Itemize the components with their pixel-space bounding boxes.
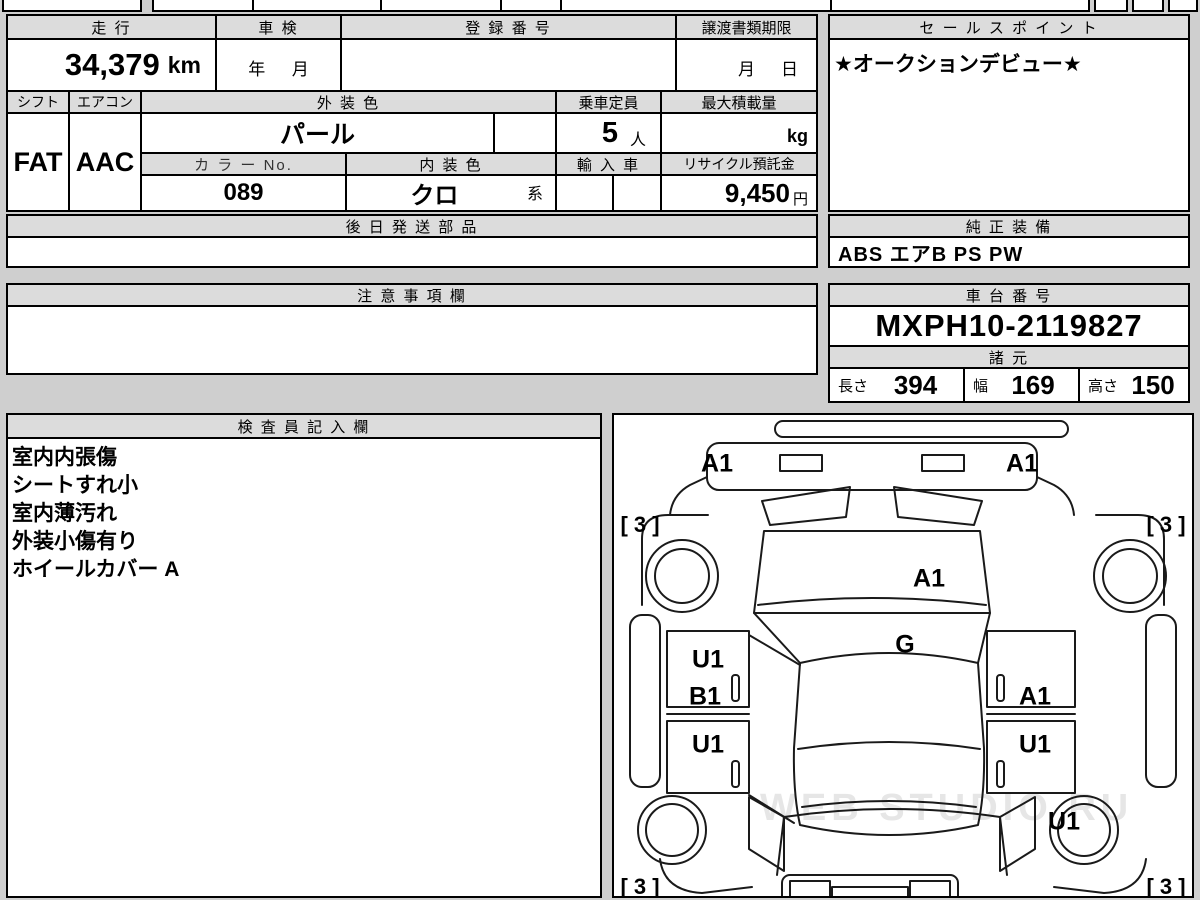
mileage-value: 34,379 [64, 47, 160, 82]
aircon-value: AAC [68, 112, 142, 212]
damage-code-label: U1 [692, 730, 724, 759]
spec-height-cell: 高さ 150 [1078, 367, 1190, 403]
partial-row-divider [252, 0, 254, 10]
capacity-value: 5 [601, 116, 618, 149]
transfer-value-cell: 月 日 [675, 38, 818, 92]
color-no-value: 089 [140, 174, 347, 212]
partial-row-divider [830, 0, 832, 10]
transfer-day-label: 日 [781, 60, 798, 79]
top-cutoff-cell [1168, 0, 1198, 12]
exterior-color-extra-cell [493, 112, 557, 154]
spec-width-value: 169 [1011, 369, 1055, 400]
spec-height-value: 150 [1131, 369, 1175, 400]
max-load-header: 最大積載量 [660, 90, 818, 114]
inspector-note-line: シートすれ小 [12, 474, 138, 497]
auction-sheet: { "sheet": { "bg_color": "#cfcfcf", "hea… [0, 0, 1200, 900]
mileage-value-cell: 34,379 km [6, 38, 217, 92]
top-cutoff-cell [1094, 0, 1128, 12]
damage-code-label: U1 [1019, 730, 1051, 759]
import-empty-cell [555, 174, 614, 212]
recycle-header: リサイクル預託金 [660, 152, 818, 176]
inspector-notes-cell: 室内内張傷 シートすれ小 室内薄汚れ 外装小傷有り ホイールカバー A [6, 437, 602, 898]
chassis-value: MXPH10-2119827 [828, 305, 1190, 347]
inspection-header: 車 検 [215, 14, 342, 40]
interior-color-value-cell: クロ 系 [345, 174, 557, 212]
damage-code-label: G [895, 630, 915, 659]
damage-code-label: [ 3 ] [1146, 512, 1186, 537]
registration-value-cell [340, 38, 677, 92]
inspection-value-cell: 年 月 [215, 38, 342, 92]
spec-length-cell: 長さ 394 [828, 367, 965, 403]
spec-width-label: 幅 [973, 377, 989, 395]
transfer-month-label: 月 [738, 60, 755, 79]
partial-row-divider [560, 0, 562, 10]
inspector-note-line: 室内薄汚れ [12, 502, 117, 525]
inspection-month-label: 月 [291, 60, 309, 79]
damage-code-label: U1 [692, 645, 724, 674]
interior-color-suffix: 系 [526, 186, 543, 203]
inspection-year-label: 年 [248, 60, 266, 79]
spec-length-value: 394 [893, 369, 938, 400]
equipment-header: 純 正 装 備 [828, 214, 1190, 238]
import-header: 輸 入 車 [555, 152, 662, 176]
sales-point-value: ★オークションデビュー★ [834, 53, 1082, 76]
recycle-unit: 円 [792, 190, 808, 208]
damage-code-label: A1 [701, 449, 733, 478]
partial-row-divider [380, 0, 382, 10]
shift-header: シフト [6, 90, 70, 114]
chassis-header: 車 台 番 号 [828, 283, 1190, 307]
import-empty-cell [612, 174, 662, 212]
max-load-value-cell: kg [660, 112, 818, 154]
partial-row-divider [500, 0, 502, 10]
recycle-value: 9,450 [724, 177, 790, 208]
damage-code-label: A1 [1006, 449, 1038, 478]
damage-code-label: A1 [1019, 682, 1051, 711]
later-parts-value [6, 236, 818, 268]
mileage-unit: km [167, 51, 201, 78]
notes-header: 注 意 事 項 欄 [6, 283, 818, 307]
damage-diagram-box: WEB STUDIO RU A1 A1 [3] [3] A1 G U1 … [612, 413, 1194, 898]
damage-code-label: [ 3 ] [1146, 874, 1186, 898]
capacity-value-cell: 5 人 [555, 112, 662, 154]
damage-code-label: [ 3 ] [620, 512, 660, 537]
later-parts-header: 後 日 発 送 部 品 [6, 214, 818, 238]
aircon-header: エアコン [68, 90, 142, 114]
exterior-color-header: 外 装 色 [140, 90, 557, 114]
inspector-note-line: 外装小傷有り [12, 530, 138, 553]
top-cutoff-cell [1132, 0, 1164, 12]
recycle-value-cell: 9,450 円 [660, 174, 818, 212]
damage-code-label: B1 [689, 682, 721, 711]
damage-code-label: A1 [913, 564, 945, 593]
inspector-header: 検 査 員 記 入 欄 [6, 413, 602, 439]
color-no-header: カ ラ ー No. [140, 152, 347, 176]
transfer-deadline-header: 譲渡書類期限 [675, 14, 818, 40]
spec-length-label: 長さ [838, 377, 869, 395]
top-cutoff-cell [152, 0, 1090, 12]
sales-point-header: セ ー ル ス ポ イ ン ト [828, 14, 1190, 40]
exterior-color-value: パール [140, 112, 495, 154]
spec-width-cell: 幅 169 [963, 367, 1080, 403]
registration-header: 登 録 番 号 [340, 14, 677, 40]
damage-code-label: U1 [1048, 807, 1080, 836]
notes-value [6, 305, 818, 375]
interior-color-header: 内 装 色 [345, 152, 557, 176]
equipment-value: ABS エアB PS PW [828, 236, 1190, 268]
max-load-unit: kg [786, 126, 808, 146]
capacity-unit: 人 [629, 132, 646, 149]
mileage-header: 走 行 [6, 14, 217, 40]
shift-value: FAT [6, 112, 70, 212]
top-cutoff-cell [2, 0, 142, 12]
interior-color-value: クロ [410, 182, 459, 210]
inspector-note-line: 室内内張傷 [12, 446, 117, 469]
capacity-header: 乗車定員 [555, 90, 662, 114]
spec-height-label: 高さ [1088, 377, 1119, 395]
damage-code-label: [ 3 ] [620, 874, 660, 898]
specs-header: 諸 元 [828, 345, 1190, 369]
sales-point-value-cell: ★オークションデビュー★ [828, 38, 1190, 212]
inspector-note-line: ホイールカバー A [12, 558, 180, 581]
